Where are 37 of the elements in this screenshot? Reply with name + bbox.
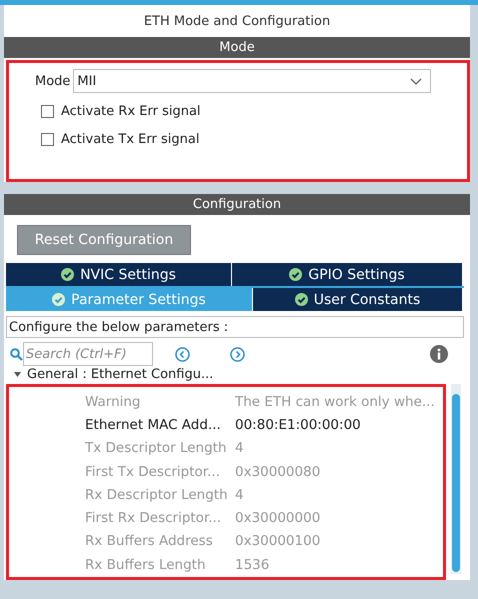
section-header: Mode <box>4 37 470 58</box>
section-header: Configuration <box>4 194 470 215</box>
parameter-value[interactable]: 00:80:E1:00:00:00 <box>235 416 445 433</box>
mode-dropdown[interactable]: MII <box>73 69 432 93</box>
settings-tab[interactable]: User Constants <box>253 288 463 311</box>
parameter-name: First Tx Descriptor... <box>85 464 221 480</box>
checkbox-label: Activate Tx Err signal <box>61 132 200 146</box>
expand-arrow-icon[interactable] <box>14 372 21 377</box>
scrollbar[interactable] <box>451 384 461 574</box>
parameter-name: Rx Descriptor Length <box>85 486 229 503</box>
search-field[interactable]: Search (Ctrl+F) <box>23 342 153 366</box>
check-icon <box>294 293 308 306</box>
parameter-name: First Rx Descriptor... <box>85 510 222 526</box>
check-icon <box>289 268 302 281</box>
hint-text: Configure the below parameters : <box>6 316 464 338</box>
settings-tab[interactable]: Parameter Settings <box>6 288 253 311</box>
settings-tab[interactable]: GPIO Settings <box>232 263 463 286</box>
search-icon <box>10 348 23 360</box>
reset-button[interactable]: Reset Configuration <box>17 225 191 255</box>
chevron-down-icon <box>410 78 422 84</box>
checkbox-label: Activate Rx Err signal <box>61 104 201 118</box>
next-icon[interactable] <box>230 346 245 362</box>
checkbox[interactable] <box>41 104 54 118</box>
settings-tab[interactable]: NVIC Settings <box>6 263 232 286</box>
parameter-name: Warning <box>85 394 142 410</box>
parameter-name: Rx Buffers Address <box>85 533 214 550</box>
field-label: Mode <box>35 74 70 88</box>
info-icon[interactable] <box>430 345 448 363</box>
window-title: ETH Mode and Configuration <box>142 12 332 30</box>
parameter-name: Rx Buffers Length <box>85 556 207 573</box>
checkbox[interactable] <box>41 132 54 146</box>
previous-icon[interactable] <box>175 346 190 362</box>
check-icon <box>61 268 74 281</box>
group-label: General : Ethernet Configu... <box>27 367 214 382</box>
parameter-name: Ethernet MAC Add... <box>85 416 222 433</box>
check-icon <box>52 293 66 306</box>
parameter-name: Tx Descriptor Length <box>85 440 228 456</box>
